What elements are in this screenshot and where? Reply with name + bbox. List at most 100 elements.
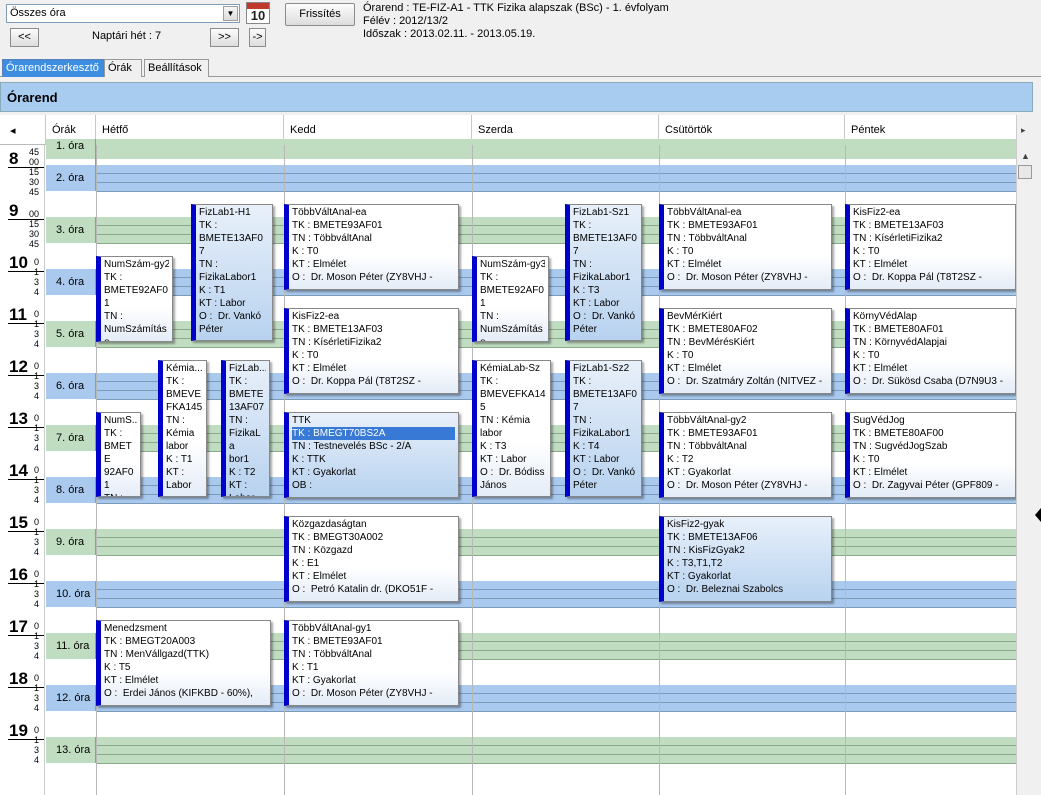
timetable-event[interactable]: KisFiz2-gyak TK : BMETE13AF06 TN : KisFiz… [659, 516, 832, 602]
app-window: Összes óra ▼ 10 Frissítés << Naptári hét… [0, 0, 1041, 795]
scroll-thumb[interactable] [1018, 165, 1032, 179]
collapse-panel-icon[interactable] [1033, 500, 1041, 530]
left-arrow-icon[interactable]: ◂ [10, 124, 16, 137]
right-arrow-icon[interactable]: ▸ [1021, 125, 1026, 136]
minute-tick: 3 [33, 745, 39, 755]
minute-tick: 45 [28, 187, 39, 197]
event-title: TTK [292, 415, 311, 426]
calendar-icon[interactable]: 10 [246, 2, 270, 24]
timetable-event[interactable]: NumSzám-gy2 TK : BMETE92AF0 1 TN : NumSzá… [96, 256, 173, 342]
event-title: FizLab1-Sz2 [573, 363, 630, 374]
event-body: TK : BMETE13AF03 TN : KísérletiFizika2 K… [853, 220, 982, 283]
hour-label: 10 [9, 253, 28, 272]
timetable-event[interactable]: KisFiz2-ea TK : BMETE13AF03 TN : Kísérlet… [284, 308, 459, 394]
minute-tick: 4 [33, 599, 39, 609]
tab-settings[interactable]: Beállítások [144, 59, 209, 77]
event-body: TK : BMETE80AF02 TN : BevMérésKiért K : … [667, 324, 823, 387]
event-body: TK : BMETE80AF00 TN : SugvédJogSzab K : … [853, 428, 999, 491]
hour-label: 9 [9, 201, 19, 220]
ora-row[interactable]: 1. óra [46, 139, 1016, 165]
timetable-event[interactable]: NumSzám-gy3 TK : BMETE92AF0 1 TN : NumSzá… [472, 256, 549, 342]
minute-tick: 4 [33, 651, 39, 661]
event-title: KörnyVédAlap [853, 311, 917, 322]
event-title: TöbbVáltAnal-gy2 [667, 415, 747, 426]
minute-tick: 30 [28, 229, 39, 239]
ora-row[interactable]: 2. óra [46, 165, 1016, 192]
minute-tick: 3 [33, 693, 39, 703]
minute-tick: 4 [33, 443, 39, 453]
timetable-event[interactable]: KémiaLab-Sz TK : BMEVEFKA14 5 TN : Kémia … [472, 360, 551, 497]
minute-tick: 0 [33, 673, 39, 683]
event-body: TK : BMETE13AF0 7 TN : FizikaLabor1 K : … [573, 376, 637, 491]
event-highlight: TK : BMEGT70BS2A [292, 427, 455, 440]
ora-label: 11. óra [46, 633, 96, 659]
event-title: NumS... [104, 415, 137, 426]
tab-classes[interactable]: Órák [104, 59, 142, 77]
chevron-down-icon[interactable]: ▼ [223, 6, 238, 21]
filter-combo[interactable]: Összes óra ▼ [6, 4, 240, 23]
timetable-event[interactable]: KörnyVédAlap TK : BMETE80AF01 TN : Környv… [845, 308, 1016, 394]
timetable-grid: ◂ Órák Hétfő Kedd Szerda Csütörtök Pénte… [0, 115, 1016, 795]
ora-label: 1. óra [46, 139, 96, 165]
event-body: TK : BMETE92AF0 1 TN : NumSzámításo [480, 272, 544, 341]
timetable-event[interactable]: FizLab1-Sz1 TK : BMETE13AF0 7 TN : Fizika… [565, 204, 642, 341]
hour-label: 13 [9, 409, 28, 428]
event-body: TK : BMEVE FKA145 TN : Kémia labor K : T… [166, 376, 203, 491]
timetable-event[interactable]: TöbbVáltAnal-gy1 TK : BMETE93AF01 TN : Tö… [284, 620, 459, 706]
jump-button[interactable]: -> [249, 28, 266, 47]
ora-label: 13. óra [46, 737, 96, 763]
event-title: KisFiz2-ea [292, 311, 340, 322]
ora-row[interactable]: 9. óra [46, 529, 1016, 556]
minute-tick: 0 [33, 309, 39, 319]
ora-label: 5. óra [46, 321, 96, 347]
ora-row[interactable]: 13. óra [46, 737, 1016, 764]
minute-tick: 0 [33, 621, 39, 631]
event-body: TK : BMEVEFKA14 5 TN : Kémia labor K : T… [480, 376, 546, 491]
timetable-event[interactable]: Menedzsment TK : BMEGT20A003 TN : MenVáll… [96, 620, 271, 706]
event-body: TK : BMETE93AF01 TN : TöbbváltAnal K : T… [292, 636, 433, 699]
minute-tick: 00 [28, 157, 39, 167]
timetable-event[interactable]: KisFiz2-ea TK : BMETE13AF03 TN : Kísérlet… [845, 204, 1016, 290]
prev-week-button[interactable]: << [10, 28, 39, 47]
minute-tick: 4 [33, 391, 39, 401]
event-title: NumSzám-gy2 [104, 259, 169, 270]
event-title: TöbbVáltAnal-ea [292, 207, 367, 218]
scroll-up-icon[interactable]: ▲ [1021, 151, 1030, 161]
minute-tick: 0 [33, 257, 39, 267]
minute-tick: 1 [33, 579, 39, 589]
day-label: Szerda [478, 124, 513, 136]
tab-timetable-editor[interactable]: Órarendszerkesztő [2, 59, 104, 77]
minute-tick: 15 [28, 219, 39, 229]
info-semester: Félév : 2012/13/2 [363, 15, 449, 27]
timetable-event[interactable]: FizLab... TK : BMETE 13AF07 TN : FizikaLa… [221, 360, 270, 497]
timetable-event[interactable]: NumS... TK : BMETE 92AF01 TN : NumSzá [96, 412, 141, 497]
timetable-event[interactable]: BevMérKiért TK : BMETE80AF02 TN : BevMéré… [659, 308, 832, 394]
ora-label: 12. óra [46, 685, 96, 711]
event-body: TK : BMETE13AF0 7 TN : FizikaLabor1 K : … [573, 220, 637, 335]
timetable-event[interactable]: TTK TK : BMEGT70BS2A TN : Testnevelés BSc … [284, 412, 459, 498]
timetable-event[interactable]: TöbbVáltAnal-ea TK : BMETE93AF01 TN : Töb… [284, 204, 459, 290]
hour-label: 12 [9, 357, 28, 376]
minute-tick: 3 [33, 641, 39, 651]
event-title: NumSzám-gy3 [480, 259, 545, 270]
minute-tick: 3 [33, 381, 39, 391]
day-label: Péntek [851, 124, 886, 136]
next-week-button[interactable]: >> [210, 28, 239, 47]
ora-row[interactable]: 10. óra [46, 581, 1016, 608]
timetable-event[interactable]: TöbbVáltAnal-gy2 TK : BMETE93AF01 TN : Tö… [659, 412, 832, 498]
hour-label: 16 [9, 565, 28, 584]
minute-tick: 1 [33, 683, 39, 693]
header-scroll-left[interactable]: ◂ [0, 115, 46, 145]
timetable-event[interactable]: Közgazdaságtan TK : BMEGT30A002 TN : Közg… [284, 516, 459, 602]
vertical-scrollbar[interactable]: ▸ ▲ [1016, 115, 1033, 795]
event-title: TöbbVáltAnal-ea [667, 207, 742, 218]
hour-label: 15 [9, 513, 28, 532]
refresh-button[interactable]: Frissítés [285, 3, 355, 26]
timetable-event[interactable]: TöbbVáltAnal-ea TK : BMETE93AF01 TN : Töb… [659, 204, 832, 290]
timetable-event[interactable]: FizLab1-Sz2 TK : BMETE13AF0 7 TN : Fizika… [565, 360, 642, 497]
timetable-event[interactable]: FizLab1-H1 TK : BMETE13AF0 7 TN : FizikaL… [191, 204, 273, 341]
minute-tick: 4 [33, 703, 39, 713]
minute-tick: 30 [28, 177, 39, 187]
timetable-event[interactable]: SugVédJog TK : BMETE80AF00 TN : SugvédJog… [845, 412, 1016, 498]
timetable-event[interactable]: Kémia... TK : BMEVE FKA145 TN : Kémia lab… [158, 360, 207, 497]
